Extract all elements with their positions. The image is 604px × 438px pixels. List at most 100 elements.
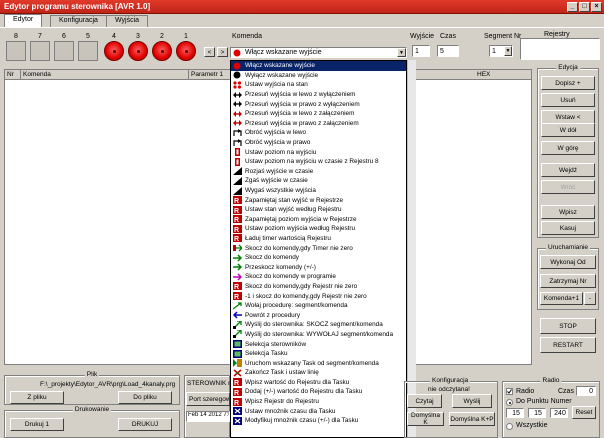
minimize-button[interactable]: _ — [567, 2, 578, 12]
dropdown-item[interactable]: Skocz do komendy w programie — [231, 272, 406, 282]
kasuj-button[interactable]: Kasuj — [541, 221, 595, 235]
col-komenda[interactable]: Komenda — [21, 70, 189, 80]
wstaw-button[interactable]: Wstaw < — [541, 110, 595, 124]
dropdown-item[interactable]: Skocz do komendy — [231, 253, 406, 263]
do-punktu-radio[interactable] — [506, 399, 513, 406]
dropdown-item[interactable]: Rozjaś wyjście w czasie — [231, 167, 406, 177]
dropdown-item[interactable]: Włącz wskazane wyjście — [231, 61, 406, 71]
black-dot-icon — [233, 71, 242, 79]
tab-konfiguracja[interactable]: Konfiguracja — [50, 15, 107, 27]
dropdown-item[interactable]: Selekcja sterowników — [231, 339, 406, 349]
dropdown-item[interactable]: Wygaś wszystkie wyjścia — [231, 186, 406, 196]
dropdown-item[interactable]: R Wpisz Rejestr do Rejestru — [231, 397, 406, 407]
wyslij-button[interactable]: Wyślij — [452, 394, 492, 408]
dopisz-button[interactable]: Dopisz + — [541, 76, 595, 90]
usun-button[interactable]: Usuń — [541, 93, 595, 107]
col-hex[interactable]: HEX — [475, 70, 531, 80]
komenda-minus-button[interactable]: - — [584, 292, 596, 305]
tab-wyjscia[interactable]: Wyjścia — [106, 15, 149, 27]
reset-button[interactable]: Reset — [572, 406, 596, 419]
dropdown-item[interactable]: Skocz do komendy,gdy Timer nie zero — [231, 243, 406, 253]
bit-toggle-7[interactable] — [30, 41, 50, 61]
tab-edytor[interactable]: Edytor — [4, 14, 43, 27]
w-dol-button[interactable]: W dół — [541, 123, 595, 137]
domyslna-k-button[interactable]: Domyślna K — [407, 412, 444, 426]
col-parametr1[interactable]: Parametr 1 — [189, 70, 235, 80]
wpisz-button[interactable]: Wpisz — [541, 205, 595, 219]
bit-toggle-5[interactable] — [78, 41, 98, 61]
dropdown-item[interactable]: Ustaw mnożnik czasu dla Tasku — [231, 406, 406, 416]
bit-led-1[interactable] — [176, 41, 196, 61]
dropdown-item[interactable]: R Ustaw stan wyjść według Rejestru — [231, 205, 406, 215]
dropdown-item[interactable]: Powrót z procedury — [231, 310, 406, 320]
dropdown-item[interactable]: Wyślij do sterownika: WYWOŁAJ segment/ko… — [231, 329, 406, 340]
dropdown-item[interactable]: R -1 i skocz do komendy,gdy Rejestr nie z… — [231, 291, 406, 301]
dropdown-item[interactable]: Ustaw poziom na wyjściu w czasie z Rejes… — [231, 157, 406, 167]
nav-left-button[interactable]: < — [204, 47, 215, 57]
dropdown-item[interactable]: Wyłącz wskazane wyjście — [231, 71, 406, 81]
komenda-label: Komenda — [232, 33, 262, 40]
col-nr[interactable]: Nr — [5, 70, 21, 80]
dropdown-item[interactable]: R Ustaw poziom wyjścia według Rejestru — [231, 224, 406, 234]
drukuj-button[interactable]: DRUKUJ — [118, 418, 172, 431]
stop-button[interactable]: STOP — [540, 318, 596, 334]
segment-dropdown-button[interactable]: ▼ — [504, 46, 512, 56]
maximize-button[interactable]: □ — [579, 2, 590, 12]
dropdown-item[interactable]: Przeskocz komendy (+/-) — [231, 262, 406, 272]
wejdz-button[interactable]: Wejdź — [541, 163, 595, 177]
bit-toggle-6[interactable] — [54, 41, 74, 61]
wyjscie-input[interactable]: 1 — [412, 45, 430, 57]
komenda-select[interactable]: Włącz wskazane wyjście — [230, 47, 407, 58]
dropdown-item[interactable]: Przesuń wyjścia w prawo z wyłączeniem — [231, 99, 406, 109]
czas-input[interactable]: 5 — [437, 45, 459, 57]
domyslna-kp-button[interactable]: Domyślna K+P — [449, 412, 495, 426]
w-gore-button[interactable]: W górę — [541, 141, 595, 155]
dropdown-item[interactable]: R Ładuj timer wartością Rejestru — [231, 234, 406, 243]
zatrzymaj-nr-button[interactable]: Zatrzymaj Nr — [540, 274, 596, 288]
bit-led-4[interactable] — [104, 41, 124, 61]
port-szeregowy-button[interactable]: Port szeregowy — [186, 392, 230, 406]
dropdown-item[interactable]: Uruchom wskazany Task od segment/komenda — [231, 358, 406, 368]
dropdown-item[interactable]: Zakończ Task i ustaw linię — [231, 368, 406, 378]
dropdown-item[interactable]: Przesuń wyjścia w prawo z załączeniem — [231, 119, 406, 129]
dropdown-item[interactable]: Wyślij do sterownika: SKOCZ segment/kome… — [231, 320, 406, 330]
close-button[interactable]: × — [591, 2, 602, 12]
multiplier-icon — [233, 416, 242, 425]
restart-button[interactable]: RESTART — [540, 337, 596, 353]
wszystkie-radio[interactable] — [506, 423, 513, 430]
komenda-plus1-button[interactable]: Komenda+1 — [540, 292, 583, 305]
dropdown-item[interactable]: Modyfikuj mnożnik czasu (+/-) dla Tasku — [231, 416, 406, 426]
bit-toggle-8[interactable] — [6, 41, 26, 61]
dropdown-item[interactable]: Przesuń wyjścia w lewo z załączeniem — [231, 109, 406, 119]
komenda-dropdown-button[interactable]: ▼ — [397, 48, 406, 57]
wykonaj-od-button[interactable]: Wykonaj Od — [540, 255, 596, 269]
z-pliku-button[interactable]: Z pliku — [10, 391, 64, 404]
ramp-icon — [233, 176, 242, 185]
wroc-button[interactable]: Wróć — [541, 180, 595, 194]
dropdown-item[interactable]: Ustaw wyjścia na stan — [231, 80, 406, 90]
bit-led-2[interactable] — [152, 41, 172, 61]
radio-czas-input[interactable]: 0 — [576, 386, 596, 396]
punkt-input-1[interactable]: 15 — [506, 408, 524, 418]
dropdown-item[interactable]: Zgaś wyjście w czasie — [231, 176, 406, 186]
dropdown-item[interactable]: R Zapamiętaj stan wyjść w Rejestrze — [231, 195, 406, 205]
dropdown-item[interactable]: Przesuń wyjścia w lewo z wyłączeniem — [231, 90, 406, 100]
bit-led-3[interactable] — [128, 41, 148, 61]
dropdown-item[interactable]: Ustaw poziom na wyjściu — [231, 147, 406, 157]
komenda-dropdown-list[interactable]: Włącz wskazane wyjście Wyłącz wskazane wy… — [230, 60, 407, 438]
dropdown-item[interactable]: Obróć wyjścia w prawo — [231, 138, 406, 148]
dropdown-item[interactable]: Obróć wyjścia w lewo — [231, 128, 406, 138]
punkt-input-2[interactable]: 15 — [528, 408, 546, 418]
drukuj1-button[interactable]: Drukuj 1 — [10, 418, 64, 431]
nav-right-button[interactable]: > — [217, 47, 228, 57]
dropdown-item[interactable]: Selekcja Tasku — [231, 349, 406, 359]
dropdown-item[interactable]: R Dodaj (+/-) wartość do Rejestru dla Tas… — [231, 387, 406, 397]
do-pliku-button[interactable]: Do pliku — [118, 391, 172, 404]
dropdown-item[interactable]: Wołaj procedurę: segment/komenda — [231, 301, 406, 311]
czytaj-button[interactable]: Czytaj — [407, 394, 442, 408]
dropdown-item[interactable]: R Zapamiętaj poziom wyjścia w Rejestrze — [231, 215, 406, 224]
dropdown-item[interactable]: R Skocz do komendy,gdy Rejestr nie zero — [231, 282, 406, 291]
radio-checkbox[interactable] — [506, 388, 513, 395]
dropdown-item[interactable]: R Wpisz wartość do Rejestru dla Tasku — [231, 378, 406, 387]
punkt-input-3[interactable]: 240 — [550, 408, 568, 418]
